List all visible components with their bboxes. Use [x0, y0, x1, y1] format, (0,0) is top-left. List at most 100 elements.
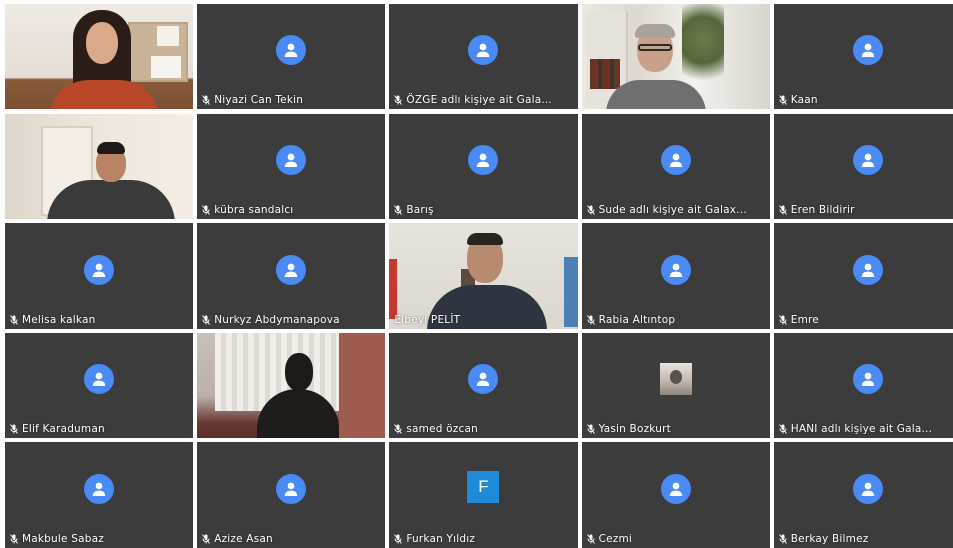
- participant-tile[interactable]: Elif Karaduman: [5, 332, 194, 439]
- mic-muted-icon: [586, 314, 595, 325]
- participant-name: Eren Bildirir: [790, 203, 855, 216]
- participant-name-label: Melisa kalkan: [10, 314, 95, 326]
- participant-name-label: Furkan Yıldız: [394, 533, 475, 545]
- participant-tile[interactable]: Elbeyi PELİT: [389, 223, 578, 329]
- person-icon: [660, 254, 691, 285]
- video-feed: [197, 332, 386, 439]
- participant-name: Rabia Altıntop: [598, 313, 676, 326]
- participant-name-label: Nurkyz Abdymanapova: [202, 314, 340, 326]
- mic-muted-icon: [778, 205, 787, 215]
- participant-name-label: Emre: [778, 313, 819, 326]
- participant-name: samed özcan: [406, 423, 478, 436]
- letter-avatar: F: [467, 470, 500, 503]
- person-icon: [468, 35, 499, 66]
- participant-tile[interactable]: F Furkan Yıldız: [389, 442, 578, 548]
- video-feed: [581, 4, 770, 110]
- participant-name: Berkay Bilmez: [790, 532, 869, 545]
- mic-muted-icon: [778, 95, 787, 106]
- participant-name-label: Kaan: [778, 94, 818, 107]
- participant-tile[interactable]: ÖZGE adlı kişiye ait Gala...: [389, 4, 578, 110]
- video-feed: [5, 113, 194, 219]
- person-icon: [852, 254, 883, 285]
- person-icon: [84, 254, 115, 285]
- participant-name-label: Eren Bildirir: [778, 203, 855, 216]
- mic-muted-icon: [10, 424, 18, 434]
- participant-name-label: Berkay Bilmez: [778, 532, 869, 545]
- participant-tile[interactable]: Melisa kalkan: [5, 223, 194, 329]
- participant-tile[interactable]: Emre: [773, 223, 953, 329]
- mic-muted-icon: [394, 424, 403, 434]
- participant-tile[interactable]: Nurkyz Abdymanapova: [197, 223, 386, 329]
- participant-tile[interactable]: samed özcan: [389, 332, 578, 439]
- person-icon: [852, 473, 883, 504]
- person-icon: [276, 35, 307, 66]
- mic-muted-icon: [778, 424, 787, 434]
- person-icon: [468, 364, 499, 395]
- participant-name: Emre: [790, 313, 819, 326]
- participant-name: Azize Asan: [214, 532, 273, 545]
- participant-tile[interactable]: [5, 113, 194, 219]
- participant-tile[interactable]: kübra sandalcı: [197, 113, 386, 219]
- mic-muted-icon: [10, 533, 18, 544]
- participant-name-label: Azize Asan: [202, 533, 273, 545]
- participant-name-label: Cezmi: [586, 532, 633, 545]
- participant-tile[interactable]: [197, 332, 386, 439]
- mic-muted-icon: [586, 205, 595, 215]
- participant-tile[interactable]: Cezmi: [581, 442, 770, 548]
- participant-tile[interactable]: Azize Asan: [197, 442, 386, 548]
- participant-name: Nurkyz Abdymanapova: [214, 313, 340, 326]
- participant-tile[interactable]: Rabia Altıntop: [581, 223, 770, 329]
- participant-name: Elif Karaduman: [22, 423, 105, 436]
- person-icon: [84, 364, 115, 395]
- participant-name-label: Elbeyi PELİT: [394, 314, 460, 326]
- mic-muted-icon: [10, 314, 18, 325]
- participant-name: HANI adlı kişiye ait Gala...: [790, 423, 933, 436]
- person-icon: [276, 254, 307, 285]
- participant-name-label: kübra sandalcı: [202, 204, 293, 216]
- participant-name: Niyazi Can Tekin: [214, 94, 304, 107]
- mic-muted-icon: [778, 314, 787, 325]
- video-feed: [5, 4, 194, 110]
- participant-name: Furkan Yıldız: [406, 532, 476, 545]
- participant-name: Makbule Sabaz: [22, 532, 104, 545]
- participant-tile[interactable]: Yasin Bozkurt: [581, 332, 770, 439]
- participant-tile[interactable]: [5, 4, 194, 110]
- participant-name-label: ÖZGE adlı kişiye ait Gala...: [394, 94, 552, 106]
- participant-name: Elbeyi PELİT: [394, 313, 461, 326]
- mic-muted-icon: [586, 533, 595, 544]
- participant-name: Kaan: [790, 94, 818, 107]
- person-icon: [276, 144, 307, 175]
- person-icon: [660, 473, 691, 504]
- participant-tile[interactable]: Makbule Sabaz: [5, 442, 194, 548]
- mic-muted-icon: [394, 205, 403, 215]
- participant-name-label: Niyazi Can Tekin: [202, 94, 303, 106]
- mic-muted-icon: [394, 533, 403, 544]
- participant-tile[interactable]: [581, 4, 770, 110]
- person-icon: [276, 473, 307, 504]
- participant-tile[interactable]: HANI adlı kişiye ait Gala...: [773, 332, 953, 439]
- mic-muted-icon: [202, 314, 211, 325]
- participant-name: Sude adlı kişiye ait Galax...: [598, 203, 747, 216]
- participant-tile[interactable]: Barış: [389, 113, 578, 219]
- participant-name-label: Yasin Bozkurt: [586, 423, 671, 435]
- participant-name-label: Barış: [394, 204, 434, 216]
- participant-tile[interactable]: Kaan: [773, 4, 953, 110]
- participant-tile[interactable]: Sude adlı kişiye ait Galax...: [581, 113, 770, 219]
- participant-tile[interactable]: Berkay Bilmez: [773, 442, 953, 548]
- participant-name-label: Rabia Altıntop: [586, 313, 676, 326]
- participant-name-label: Elif Karaduman: [10, 423, 105, 435]
- participant-tile[interactable]: Niyazi Can Tekin: [197, 4, 386, 110]
- profile-photo: [659, 363, 692, 396]
- mic-muted-icon: [202, 95, 211, 106]
- participant-tile[interactable]: Eren Bildirir: [773, 113, 953, 219]
- participant-name: kübra sandalcı: [214, 203, 294, 216]
- person-icon: [852, 35, 883, 66]
- mic-muted-icon: [394, 95, 403, 106]
- participant-name: Melisa kalkan: [22, 313, 96, 326]
- participant-name-label: Makbule Sabaz: [10, 533, 104, 545]
- participant-name-label: HANI adlı kişiye ait Gala...: [778, 423, 933, 436]
- participant-name: Cezmi: [598, 532, 633, 545]
- participant-grid: Niyazi Can Tekin ÖZGE adlı kişiye ait Gal…: [5, 4, 953, 548]
- mic-muted-icon: [202, 533, 211, 544]
- mic-muted-icon: [202, 205, 211, 215]
